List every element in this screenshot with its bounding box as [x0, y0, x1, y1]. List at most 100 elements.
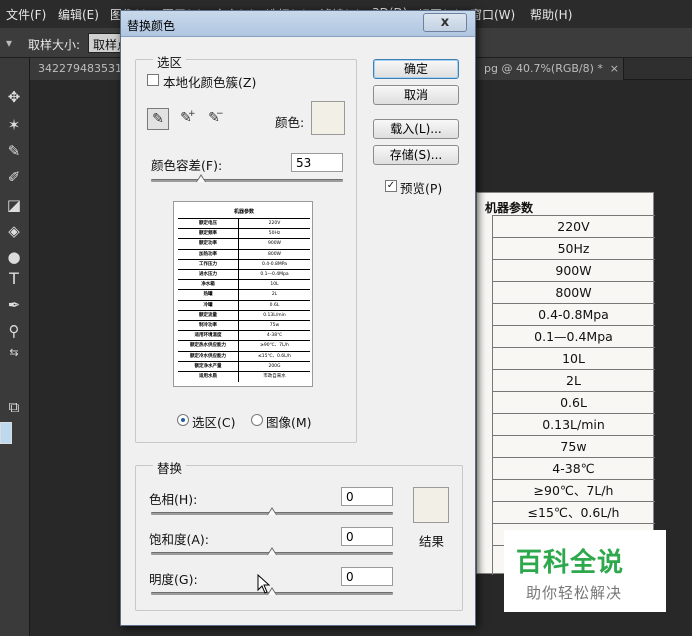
hue-input[interactable]: 0 — [341, 487, 393, 506]
preview-row-key: 适用水质 — [199, 374, 217, 379]
replacement-group-label: 替换 — [153, 458, 187, 477]
pen-tool-icon[interactable]: ✒ — [3, 294, 25, 316]
preview-row-value: 市政自来水 — [238, 372, 310, 382]
cancel-button[interactable]: 取消 — [373, 85, 459, 105]
preview-row: 适用水质 市政自来水 — [178, 371, 310, 382]
preview-row: 额定电压 220V — [178, 218, 310, 229]
eraser-tool-icon[interactable]: ◪ — [3, 194, 25, 216]
localized-clusters-checkbox[interactable] — [147, 74, 159, 86]
spec-cell: 0.6L — [492, 391, 655, 413]
eyedropper-tool-icon[interactable]: ✎ — [3, 140, 25, 162]
selection-view-radio[interactable] — [177, 414, 189, 426]
spec-cell: 0.1—0.4Mpa — [492, 325, 655, 347]
ok-button[interactable]: 确定 — [373, 59, 459, 79]
menu-help[interactable]: 帮助(H) — [530, 6, 572, 23]
preview-row-key: 热罐 — [203, 292, 213, 298]
tab-document-1[interactable]: 342279483531 — [30, 58, 131, 80]
fuzziness-slider-thumb[interactable] — [195, 174, 206, 182]
image-view-label: 图像(M) — [266, 415, 312, 430]
preview-row-key: 净水箱 — [201, 282, 215, 288]
preview-row: 工作压力 0.4-0.8MPa — [178, 258, 310, 270]
spec-cell: ≤15℃、0.6L/h — [492, 501, 655, 523]
spec-cell: 4-38℃ — [492, 457, 655, 479]
preview-row: 加热功率 800W — [178, 248, 310, 260]
localized-clusters-label: 本地化颜色簇(Z) — [163, 75, 257, 90]
preview-checkbox[interactable]: ✓ — [385, 180, 397, 192]
dialog-title: 替换颜色 — [127, 19, 176, 33]
preview-row-key: 冷罐 — [203, 302, 213, 308]
spec-cell: 75w — [492, 435, 655, 457]
watermark-title: 百科全说 — [516, 548, 625, 578]
spec-cell: ≥90℃、7L/h — [492, 479, 655, 501]
image-view-radio[interactable] — [251, 414, 263, 426]
dialog-title-bar[interactable]: 替换颜色 — [121, 11, 475, 37]
fuzziness-slider[interactable] — [151, 179, 343, 182]
tool-preset-arrow-icon[interactable]: ▾ — [6, 36, 12, 50]
type-tool-icon[interactable]: T — [3, 268, 25, 290]
dodge-tool-icon[interactable]: ● — [3, 246, 25, 268]
preview-row: 额定频率 50Hz — [178, 228, 310, 240]
zoom-tool-icon[interactable]: ⚲ — [3, 320, 25, 342]
saturation-input[interactable]: 0 — [341, 527, 393, 546]
preview-row-key: 适用环境温度 — [194, 333, 222, 339]
menu-file[interactable]: 文件(F) — [6, 6, 46, 23]
preview-row: 额定功率 900W — [178, 238, 310, 250]
spec-cell: 0.4-0.8Mpa — [492, 303, 655, 325]
move-tool-icon[interactable]: ✥ — [3, 86, 25, 108]
sample-color-swatch[interactable] — [311, 101, 345, 135]
sample-size-label: 取样大小: — [28, 38, 81, 52]
screen-mode-icon[interactable]: ⧉ — [3, 396, 25, 418]
preview-row-key: 额定功率 — [199, 241, 217, 247]
foreground-color-swatch[interactable] — [0, 422, 12, 444]
lightness-label: 明度(G): — [149, 572, 198, 587]
eyedropper-icon[interactable]: ✎ — [147, 108, 169, 130]
eyedropper-minus-icon[interactable]: ✎ − — [203, 108, 225, 130]
saturation-label: 饱和度(A): — [149, 532, 210, 547]
preview-title: 机器参数 — [233, 209, 254, 215]
preview-row-key: 额定频率 — [199, 231, 217, 237]
selection-group-label: 选区 — [153, 52, 187, 71]
dialog-close-button[interactable]: x — [423, 13, 467, 32]
lightness-input[interactable]: 0 — [341, 567, 393, 586]
swap-colors-icon[interactable]: ⇆ — [3, 342, 25, 364]
preview-row: 热罐 2L — [178, 289, 310, 301]
preview-row: 进水压力 0.1—0.4Mpa — [178, 269, 310, 280]
eyedropper-plus-icon[interactable]: ✎ + — [175, 108, 197, 130]
tab-close-icon[interactable]: × — [610, 62, 619, 75]
menu-window[interactable]: 窗口(W) — [470, 6, 515, 23]
mouse-cursor-icon — [257, 574, 271, 594]
magic-wand-icon[interactable]: ✶ — [3, 114, 25, 136]
spec-cell: 10L — [492, 347, 655, 369]
hue-slider-thumb[interactable] — [267, 507, 277, 515]
tools-panel: ✥ ✶ ✎ ✐ ◪ ◈ ● T ✒ ⚲ ⇆ ⧉ — [0, 58, 30, 636]
preview-row-key: 额定流量 — [199, 312, 217, 318]
spec-table-title: 机器参数 — [485, 201, 534, 215]
brush-tool-icon[interactable]: ✐ — [3, 166, 25, 188]
save-button[interactable]: 存储(S)... — [373, 145, 459, 165]
spec-cell: 800W — [492, 281, 655, 303]
result-color-swatch[interactable] — [413, 487, 449, 523]
result-label: 结果 — [419, 534, 445, 549]
paint-bucket-icon[interactable]: ◈ — [3, 220, 25, 242]
fuzziness-label: 颜色容差(F): — [151, 158, 223, 173]
selection-preview: 机器参数 额定电压 220V 额定频率 50Hz 额定功率 900W 加热功率 800W 工作压… — [173, 201, 313, 387]
preview-row: 额定流量 0.13L/min — [178, 309, 310, 321]
fuzziness-input[interactable]: 53 — [291, 153, 343, 172]
saturation-slider-thumb[interactable] — [267, 547, 277, 555]
spec-table: 机器参数 220V 50Hz 900W 800W 0.4-0.8Mpa 0.1—… — [476, 192, 655, 575]
preview-row: 制冷功率 75w — [178, 320, 310, 331]
load-button[interactable]: 载入(L)... — [373, 119, 459, 139]
watermark-logo: 百科全说 助你轻松解决 — [504, 530, 666, 612]
selection-view-label: 选区(C) — [192, 415, 236, 430]
preview-row-key: 额定净水产量 — [194, 363, 222, 369]
preview-row-key: 制冷功率 — [199, 323, 217, 328]
tab-document-2[interactable]: pg @ 40.7%(RGB/8) * × — [476, 58, 624, 80]
hue-label: 色相(H): — [149, 492, 198, 507]
preview-row-key: 加热功率 — [199, 251, 217, 257]
watermark-subtitle: 助你轻松解决 — [526, 584, 623, 602]
preview-row: 额定冷水供应能力 ≤15℃、0.6L/h — [178, 350, 310, 362]
replace-color-dialog: 替换颜色 x 选区 本地化颜色簇(Z) ✎ ✎ + ✎ − 颜色: 颜色容差(F):… — [120, 10, 476, 626]
preview-row-key: 工作压力 — [199, 261, 217, 267]
menu-edit[interactable]: 编辑(E) — [58, 6, 99, 23]
spec-cell: 900W — [492, 259, 655, 281]
